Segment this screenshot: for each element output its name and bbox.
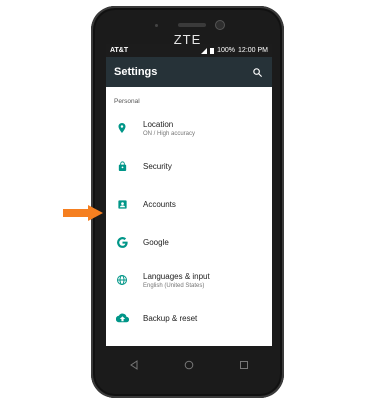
location-title: Location (143, 119, 174, 129)
status-icons: 100% 12:00 PM (201, 47, 268, 54)
signal-icon (201, 47, 208, 54)
settings-item-languages[interactable]: Languages & input English (United States… (106, 261, 272, 299)
back-icon[interactable] (129, 357, 139, 375)
settings-item-security[interactable]: Security (106, 147, 272, 185)
settings-item-accounts[interactable]: Accounts (106, 185, 272, 223)
carrier-label: AT&T (110, 47, 129, 54)
status-bar: AT&T 100% 12:00 PM (106, 44, 272, 57)
settings-item-backup[interactable]: Backup & reset (106, 299, 272, 337)
section-header-personal: Personal (114, 98, 140, 105)
lock-icon (115, 159, 129, 173)
phone-screen: AT&T 100% 12:00 PM Settings Personal Loc… (106, 44, 272, 346)
languages-title: Languages & input (143, 271, 210, 281)
search-icon[interactable] (250, 65, 264, 79)
page-title: Settings (114, 66, 158, 78)
sensor-dot (155, 24, 158, 27)
battery-icon (210, 47, 215, 54)
accounts-title: Accounts (143, 199, 176, 209)
location-icon (115, 121, 129, 135)
settings-item-google[interactable]: Google (106, 223, 272, 261)
front-camera (215, 20, 225, 30)
cloud-upload-icon (115, 311, 129, 325)
languages-subtitle: English (United States) (143, 282, 205, 289)
pointer-arrow-icon (63, 205, 103, 221)
app-bar: Settings (106, 57, 272, 87)
accounts-icon (115, 197, 129, 211)
settings-item-location[interactable]: Location ON / High accuracy (106, 109, 272, 147)
backup-title: Backup & reset (143, 313, 198, 323)
google-title: Google (143, 237, 169, 247)
navigation-bar (106, 346, 272, 386)
security-title: Security (143, 161, 172, 171)
time-label: 12:00 PM (238, 47, 268, 54)
battery-label: 100% (217, 47, 236, 54)
recent-apps-icon[interactable] (239, 357, 249, 375)
google-icon (115, 235, 129, 249)
home-icon[interactable] (184, 357, 194, 375)
location-subtitle: ON / High accuracy (143, 130, 196, 137)
earpiece-speaker (178, 23, 206, 27)
globe-icon (115, 273, 129, 287)
